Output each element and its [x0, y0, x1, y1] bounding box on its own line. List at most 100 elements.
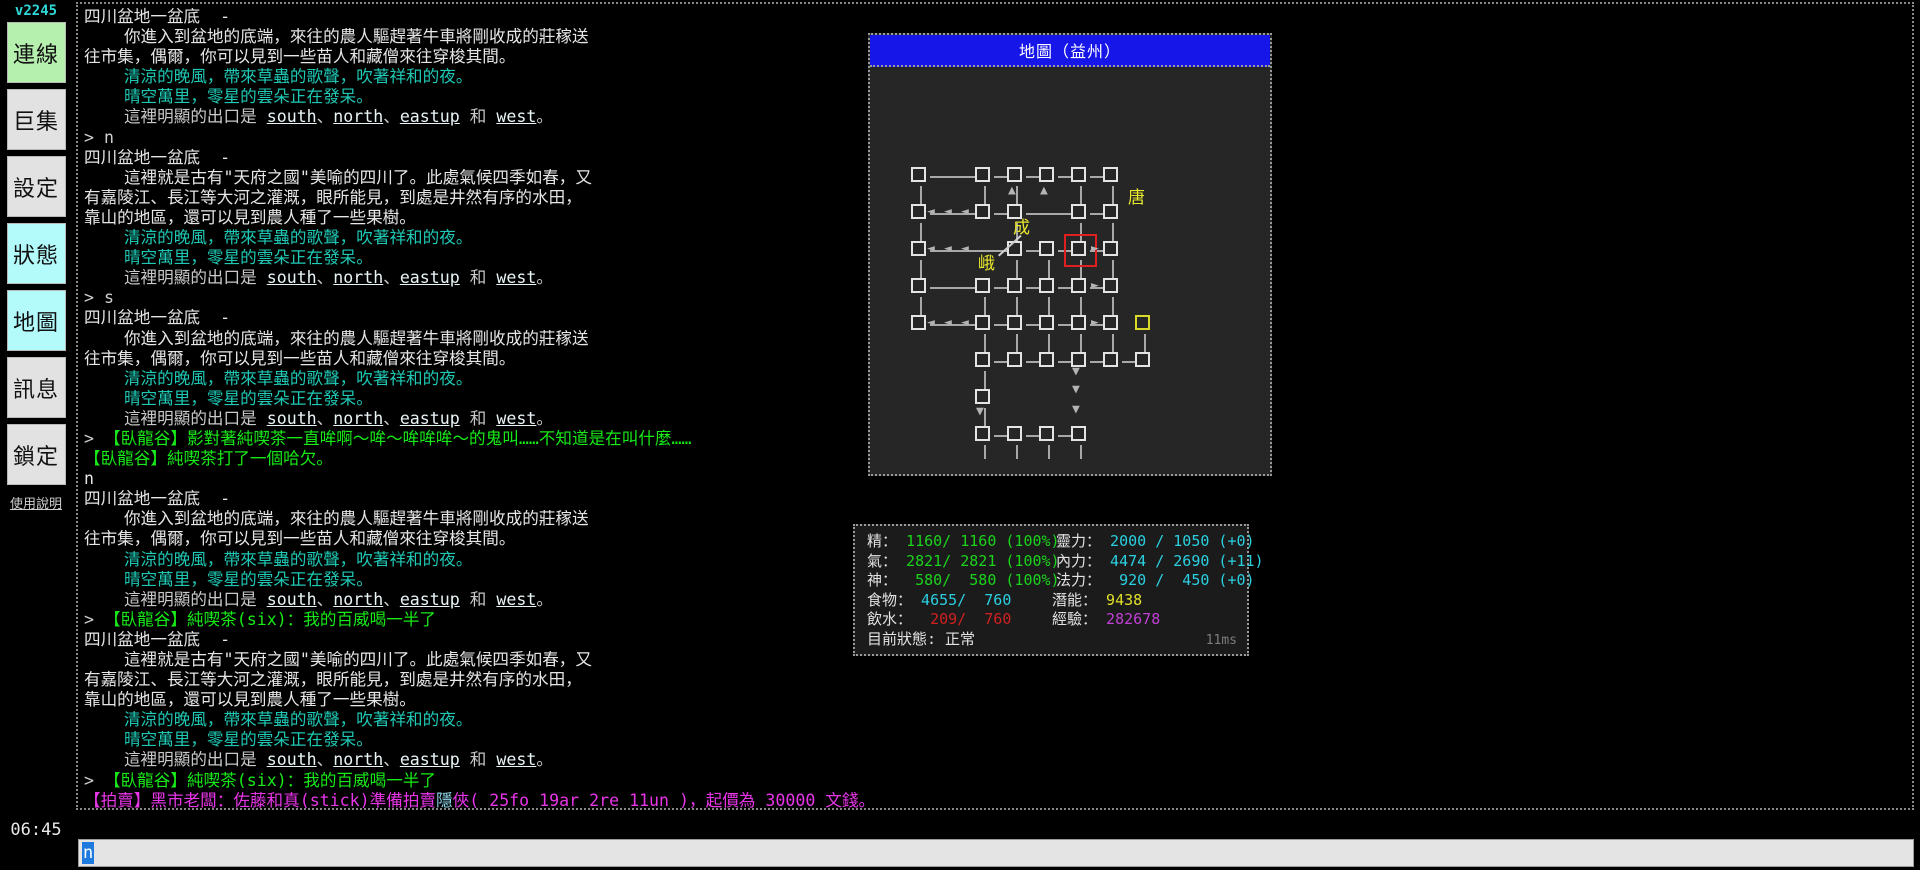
status-state-label: 目前狀態: [867, 629, 937, 648]
sidebar-item-0[interactable]: 連線 [6, 22, 66, 83]
status-row: 神： 580/ 580 (100%) 法力： 920 / 450 (+0) [867, 571, 1255, 591]
map-direction-arrow: ◄ [944, 315, 952, 330]
map-node[interactable] [1103, 204, 1118, 219]
room-desc: 這裡就是古有"天府之國"美喻的四川了。此處氣候四季如春，又 [84, 650, 592, 669]
map-edge-vertical [1079, 334, 1082, 352]
exit-link-west[interactable]: west [496, 409, 536, 428]
exit-link-north[interactable]: north [333, 107, 383, 126]
terminal-line: 【拍賣】黑市老闆：佐藤和真(stick)準備拍賣隱俠( 25fo 19ar 2r… [84, 791, 914, 811]
map-edge-horizontal [994, 434, 1007, 437]
map-node[interactable] [975, 352, 990, 367]
exits-prefix: 這裡明顯的出口是 [84, 589, 267, 609]
map-node[interactable] [1007, 167, 1022, 182]
map-node[interactable] [975, 167, 990, 182]
exit-link-north[interactable]: north [333, 750, 383, 769]
map-node[interactable] [1007, 315, 1022, 330]
map-node[interactable] [1039, 241, 1054, 256]
status-cell: 飲水： 209/ 760 [867, 610, 1052, 630]
room-title: 四川盆地一盆底 - [84, 629, 231, 649]
exit-link-south[interactable]: south [267, 107, 317, 126]
map-node[interactable] [975, 315, 990, 330]
map-node[interactable] [1007, 352, 1022, 367]
exit-link-north[interactable]: north [333, 409, 383, 428]
sidebar-item-2[interactable]: 設定 [6, 156, 66, 217]
map-edge-horizontal [1058, 323, 1071, 326]
exit-link-eastup[interactable]: eastup [400, 107, 460, 126]
map-node[interactable] [1039, 167, 1054, 182]
map-edge-vertical [1111, 297, 1114, 315]
sidebar-item-5[interactable]: 訊息 [6, 357, 66, 418]
map-node[interactable] [911, 315, 926, 330]
map-node-highlighted[interactable] [1135, 315, 1150, 330]
exit-link-eastup[interactable]: eastup [400, 750, 460, 769]
map-node[interactable] [975, 426, 990, 441]
map-node[interactable] [1039, 352, 1054, 367]
exit-link-south[interactable]: south [267, 268, 317, 287]
map-canvas[interactable]: 唐成峨 ▲ ▲ ◄ ◄ ◄ ◄ ◄ ◄ ► ► ◄ ◄ ◄ ► ▼ ▼ ▼ ▼ [870, 67, 1270, 474]
sidebar-item-6[interactable]: 鎖定 [6, 424, 66, 485]
sidebar-item-3[interactable]: 狀態 [6, 223, 66, 284]
map-node[interactable] [1071, 278, 1086, 293]
exit-link-eastup[interactable]: eastup [400, 409, 460, 428]
terminal-line: 這裡明顯的出口是 south、north、eastup 和 west。 [84, 409, 914, 429]
map-node[interactable] [975, 278, 990, 293]
map-node[interactable] [1071, 426, 1086, 441]
map-node[interactable] [1103, 352, 1118, 367]
map-node[interactable] [975, 204, 990, 219]
map-edge-vertical [1047, 334, 1050, 352]
exit-link-eastup[interactable]: eastup [400, 268, 460, 287]
exits-prefix: 這裡明顯的出口是 [84, 408, 267, 428]
sidebar-item-help[interactable]: 使用說明 [7, 491, 66, 512]
map-node[interactable] [1103, 167, 1118, 182]
map-node[interactable] [1071, 167, 1086, 182]
map-node[interactable] [1071, 204, 1086, 219]
exit-link-north[interactable]: north [333, 268, 383, 287]
map-node[interactable] [975, 389, 990, 404]
command-input-bar[interactable]: n [78, 839, 1914, 867]
exit-link-north[interactable]: north [333, 590, 383, 609]
map-edge-horizontal [1058, 360, 1071, 363]
sidebar-item-1[interactable]: 巨集 [6, 89, 66, 150]
exit-link-eastup[interactable]: eastup [400, 590, 460, 609]
prompt-echo: > n [84, 127, 114, 147]
exit-link-south[interactable]: south [267, 590, 317, 609]
terminal-output[interactable]: 四川盆地一盆底 - 你進入到盆地的底端，來往的農人驅趕著牛車將剛收成的莊稼送 往市… [84, 7, 914, 810]
exit-link-west[interactable]: west [496, 107, 536, 126]
map-node[interactable] [1039, 315, 1054, 330]
map-node[interactable] [911, 278, 926, 293]
exit-link-south[interactable]: south [267, 750, 317, 769]
exit-link-west[interactable]: west [496, 268, 536, 287]
map-node[interactable] [1103, 278, 1118, 293]
map-edge-horizontal [994, 323, 1007, 326]
exits-suffix: 。 [536, 268, 553, 288]
sidebar-item-4[interactable]: 地圖 [6, 290, 66, 351]
status-value: 2000 / 1050 (+0) [1101, 532, 1255, 550]
map-node[interactable] [911, 241, 926, 256]
map-edge-stub [983, 445, 986, 459]
exit-link-south[interactable]: south [267, 409, 317, 428]
map-node[interactable] [1039, 426, 1054, 441]
terminal-line: > 【臥龍谷】影對著純喫茶一直哞啊～哞～哞哞哞～的鬼叫……不知道是在叫什麼…… [84, 429, 914, 449]
exits-sep: 、 [316, 750, 334, 770]
status-value: 209/ 760 [912, 610, 1012, 628]
map-node[interactable] [1007, 278, 1022, 293]
map-node[interactable] [1071, 315, 1086, 330]
map-direction-arrow: ◄ [927, 315, 935, 330]
exits-suffix: 。 [536, 750, 553, 770]
map-node[interactable] [911, 204, 926, 219]
map-node[interactable] [1103, 241, 1118, 256]
terminal-line: 晴空萬里，零星的雲朵正在發呆。 [84, 248, 914, 268]
map-node[interactable] [1135, 352, 1150, 367]
map-node[interactable] [1039, 278, 1054, 293]
map-node[interactable] [1103, 315, 1118, 330]
exit-link-west[interactable]: west [496, 750, 536, 769]
map-node[interactable] [1007, 426, 1022, 441]
terminal-line: 晴空萬里，零星的雲朵正在發呆。 [84, 730, 914, 750]
command-input[interactable]: n [82, 842, 95, 864]
room-title: 四川盆地一盆底 - [84, 489, 231, 509]
map-node[interactable] [1007, 204, 1022, 219]
status-value: 282678 [1097, 610, 1161, 628]
map-direction-arrow: ► [1091, 278, 1099, 293]
exit-link-west[interactable]: west [496, 590, 536, 609]
map-node[interactable] [911, 167, 926, 182]
